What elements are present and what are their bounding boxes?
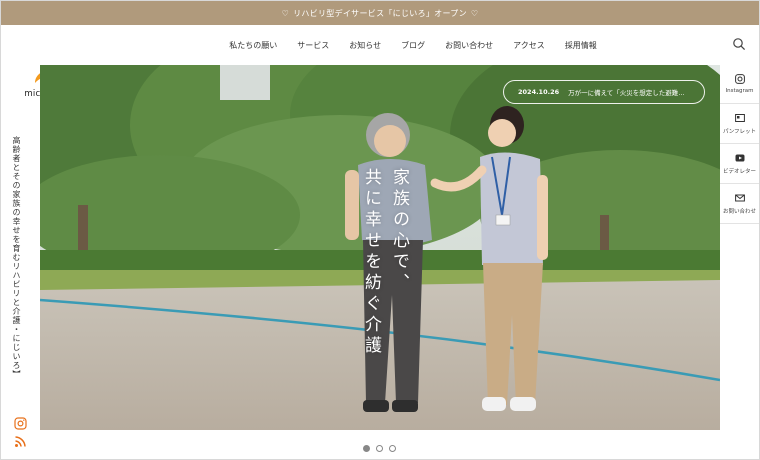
heart-outline-icon: ♡ [470, 8, 479, 18]
right-rail-label: Instagram [725, 88, 754, 94]
news-title: 万が一に備えて「火災を想定した避難… [568, 89, 685, 97]
left-rail: 高齢者とその家族の幸せを育むリハビリと介護・にじいろ】 [1, 130, 40, 459]
right-rail-instagram[interactable]: Instagram [720, 65, 759, 104]
heart-outline-icon: ♡ [281, 8, 290, 18]
nav-item-service[interactable]: サービス [297, 40, 329, 51]
announcement-bar[interactable]: ♡ リハビリ型デイサービス「にじいろ」オープン ♡ [1, 1, 759, 25]
right-rail-label: ビデオレター [722, 169, 756, 175]
nav-item-blog[interactable]: ブログ [401, 40, 425, 51]
right-rail-contact[interactable]: お問い合わせ [720, 185, 759, 224]
slider-pagination [363, 445, 396, 452]
nav-item-recruit[interactable]: 採用情報 [565, 40, 597, 51]
mail-icon [734, 194, 745, 202]
nav-item-wish[interactable]: 私たちの願い [229, 40, 277, 51]
announcement-text: リハビリ型デイサービス「にじいろ」オープン [293, 8, 467, 18]
instagram-icon[interactable] [14, 417, 27, 430]
slider-dot-3[interactable] [389, 445, 396, 452]
vertical-tagline: 高齢者とその家族の幸せを育むリハビリと介護・にじいろ】 [12, 136, 21, 379]
slider-dot-1[interactable] [363, 445, 370, 452]
nav-item-news[interactable]: お知らせ [349, 40, 381, 51]
right-rail-video[interactable]: ビデオレター [720, 145, 759, 184]
right-rail-label: お問い合わせ [722, 209, 756, 215]
hero-catch-line-1: 家族の心で、 [389, 168, 409, 294]
video-icon [735, 154, 744, 162]
slider-dot-2[interactable] [376, 445, 383, 452]
hero-catch-line-2: 共に幸せを紡ぐ介護 [361, 168, 381, 357]
global-nav: 私たちの願い サービス お知らせ ブログ お問い合わせ アクセス 採用情報 [106, 25, 720, 65]
news-ticker[interactable]: 2024.10.26 万が一に備えて「火災を想定した避難… [503, 80, 705, 104]
right-rail-label: パンフレット [722, 129, 757, 135]
nav-item-contact[interactable]: お問い合わせ [445, 40, 493, 51]
nav-item-access[interactable]: アクセス [513, 40, 545, 51]
search-icon[interactable] [732, 37, 746, 51]
right-rail-brochure[interactable]: パンフレット [720, 105, 759, 144]
brochure-icon [734, 114, 745, 122]
rss-icon[interactable] [14, 435, 27, 448]
news-date: 2024.10.26 [518, 88, 560, 96]
right-rail: Instagram パンフレット ビデオレター お問い合わせ [720, 65, 759, 459]
instagram-icon [734, 74, 745, 84]
